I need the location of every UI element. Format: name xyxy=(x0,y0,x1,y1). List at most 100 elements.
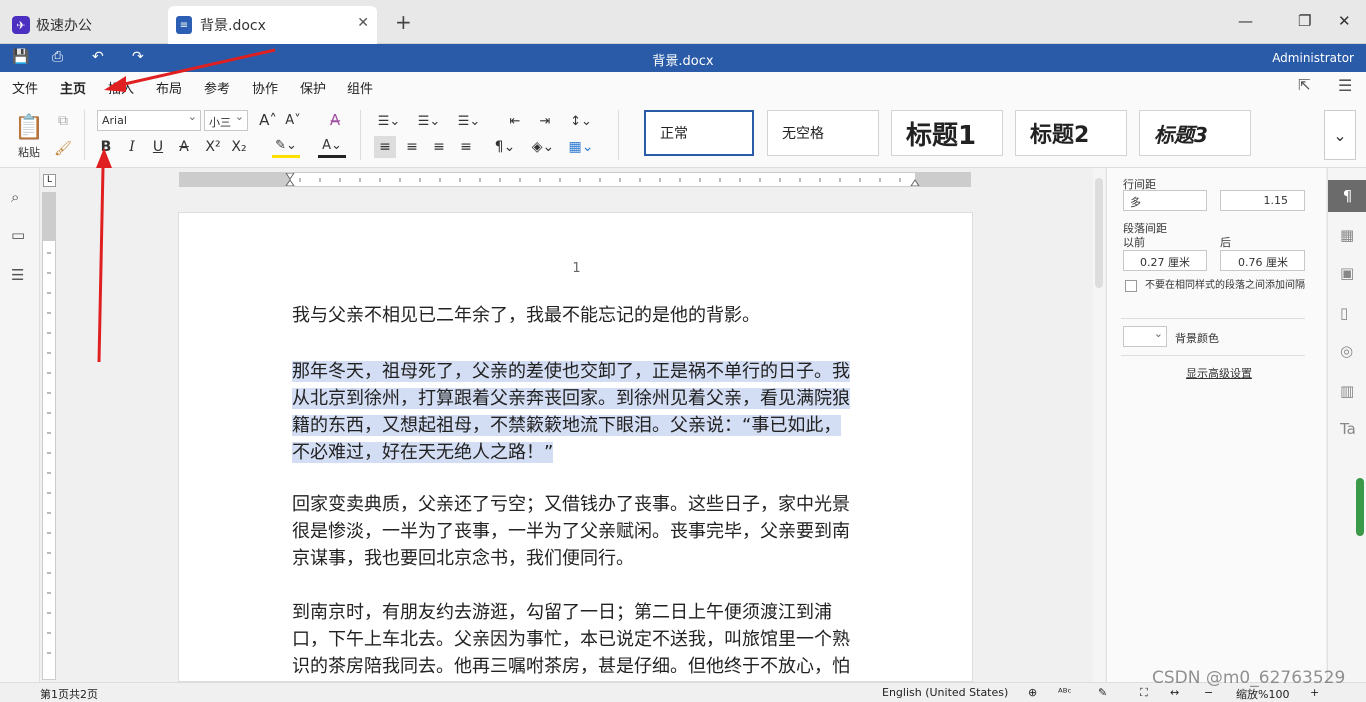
table-settings-icon[interactable]: ▦ xyxy=(1340,226,1354,244)
spacing-before-input[interactable]: 0.27 厘米 xyxy=(1123,250,1207,271)
styles-expand-icon[interactable]: ⌄ xyxy=(1324,110,1356,160)
underline-icon[interactable]: U xyxy=(148,136,168,158)
hamburger-menu-icon[interactable]: ☰ xyxy=(1338,76,1352,95)
justify-icon[interactable]: ≡ xyxy=(455,136,477,158)
user-name: Administrator xyxy=(1272,51,1354,65)
rocket-icon: ✈ xyxy=(12,16,30,34)
bullet-list-icon[interactable]: ☰⌄ xyxy=(374,110,404,132)
menu-components[interactable]: 组件 xyxy=(347,78,373,97)
style-heading-2[interactable]: 标题2 xyxy=(1015,110,1127,156)
paragraph-1[interactable]: 我与父亲不相见已二年余了，我最不能忘记的是他的背影。 xyxy=(292,302,914,329)
increase-indent-icon[interactable]: ⇥ xyxy=(534,110,556,132)
open-folder-icon[interactable]: ⇱ xyxy=(1298,76,1311,94)
text-art-icon[interactable]: Ta xyxy=(1340,420,1356,438)
tab-app-home[interactable]: ✈ 极速办公 xyxy=(4,6,160,44)
decrease-font-icon[interactable]: A˅ xyxy=(283,110,303,130)
selected-text-line: 籍的东西，又想起祖母，不禁簌簌地流下眼泪。父亲说：“事已如此， xyxy=(292,415,842,436)
paragraph-marks-icon[interactable]: ¶⌄ xyxy=(490,136,520,158)
minimize-icon[interactable]: — xyxy=(1238,12,1253,30)
text-line: 很是惨淡，一半为了丧事，一半为了父亲赋闲。丧事完毕，父亲要到南 xyxy=(292,521,850,542)
navigation-icon[interactable]: ☰ xyxy=(11,266,24,284)
left-sidebar: ⌕ ▭ ☰ xyxy=(0,168,40,682)
close-window-icon[interactable]: ✕ xyxy=(1338,12,1351,30)
paragraph-4[interactable]: 到南京时，有朋友约去游逛，勾留了一日；第二日上午便须渡江到浦 口，下午上车北去。… xyxy=(292,599,914,680)
spacing-after-input[interactable]: 0.76 厘米 xyxy=(1220,250,1305,271)
document-page[interactable]: 1 我与父亲不相见已二年余了，我最不能忘记的是他的背影。 那年冬天，祖母死了，父… xyxy=(178,212,973,682)
highlight-color-icon[interactable]: ✎⌄ xyxy=(272,136,300,158)
image-settings-icon[interactable]: ▣ xyxy=(1340,264,1354,282)
multilevel-list-icon[interactable]: ☰⌄ xyxy=(454,110,484,132)
background-color-picker[interactable]: ⌄ xyxy=(1123,326,1167,347)
spacing-after-label: 后 xyxy=(1220,236,1231,249)
track-changes-icon[interactable]: ✎ xyxy=(1098,686,1107,699)
style-heading-3[interactable]: 标题3 xyxy=(1139,110,1251,156)
menu-collaborate[interactable]: 协作 xyxy=(252,78,278,97)
style-normal[interactable]: 正常 xyxy=(644,110,754,156)
superscript-icon[interactable]: X² xyxy=(202,136,224,158)
paragraph-3[interactable]: 回家变卖典质，父亲还了亏空；又借钱办了丧事。这些日子，家中光景 很是惨淡，一半为… xyxy=(292,491,914,572)
watermark-text: CSDN @m0_62763529 xyxy=(1152,668,1346,688)
paragraph-settings-icon[interactable]: ¶ xyxy=(1328,180,1366,212)
globe-icon[interactable]: ⊕ xyxy=(1028,686,1037,699)
comment-icon[interactable]: ▭ xyxy=(11,226,25,244)
menu-insert[interactable]: 插入 xyxy=(108,78,134,97)
increase-font-icon[interactable]: A˄ xyxy=(258,110,278,130)
spellcheck-icon[interactable]: ᴬᴮᶜ xyxy=(1058,686,1072,699)
line-spacing-icon[interactable]: ↕⌄ xyxy=(566,110,596,132)
style-no-spacing[interactable]: 无空格 xyxy=(767,110,879,156)
close-tab-icon[interactable]: ✕ xyxy=(357,15,369,31)
menu-references[interactable]: 参考 xyxy=(204,78,230,97)
document-scrollbar[interactable] xyxy=(1093,168,1105,682)
tab-bar: ✈ 极速办公 ≡ 背景.docx ✕ + — ❐ ✕ xyxy=(0,0,1366,44)
show-advanced-settings-link[interactable]: 显示高级设置 xyxy=(1186,365,1252,381)
tab-document[interactable]: ≡ 背景.docx ✕ xyxy=(168,6,377,44)
menu-protect[interactable]: 保护 xyxy=(300,78,326,97)
paste-label[interactable]: 粘贴 xyxy=(12,144,46,160)
line-spacing-value-input[interactable]: 1.15 xyxy=(1220,190,1305,211)
subscript-icon[interactable]: X₂ xyxy=(228,136,250,158)
align-center-icon[interactable]: ≡ xyxy=(401,136,423,158)
align-left-icon[interactable]: ≡ xyxy=(374,136,396,158)
search-icon[interactable]: ⌕ xyxy=(11,188,19,206)
selected-text-line: 那年冬天，祖母死了，父亲的差使也交卸了，正是祸不单行的日子。我 xyxy=(292,361,850,382)
italic-icon[interactable]: I xyxy=(122,136,142,158)
maximize-icon[interactable]: ❐ xyxy=(1298,12,1311,30)
font-size-select[interactable]: 小三 xyxy=(204,110,248,131)
horizontal-ruler[interactable] xyxy=(179,172,971,187)
menu-file[interactable]: 文件 xyxy=(12,78,38,97)
menu-bar: 文件 主页 插入 布局 参考 协作 保护 组件 ⇱ ☰ xyxy=(0,72,1366,104)
menu-home[interactable]: 主页 xyxy=(60,78,87,104)
font-color-icon[interactable]: A⌄ xyxy=(318,136,346,158)
vertical-ruler[interactable] xyxy=(42,192,56,680)
document-icon: ≡ xyxy=(176,16,192,34)
fit-page-icon[interactable]: ⛶ xyxy=(1140,686,1148,700)
scrollbar-thumb[interactable] xyxy=(1095,178,1103,288)
shape-settings-icon[interactable]: ◎ xyxy=(1340,342,1353,360)
line-spacing-mode-select[interactable]: 多 xyxy=(1123,190,1207,211)
chart-settings-icon[interactable]: ▥ xyxy=(1340,382,1354,400)
strikethrough-icon[interactable]: A xyxy=(174,136,194,158)
selected-text-line: 不必难过，好在天无绝人之路！” xyxy=(292,442,554,463)
paragraph-2-selected[interactable]: 那年冬天，祖母死了，父亲的差使也交卸了，正是祸不单行的日子。我 从北京到徐州，打… xyxy=(292,358,914,466)
format-painter-icon[interactable]: 🖌 xyxy=(54,140,72,158)
page-number: 1 xyxy=(572,261,581,276)
no-space-checkbox-label: 不要在相同样式的段落之间添加间隔 xyxy=(1145,280,1305,291)
paste-icon[interactable]: 📋 xyxy=(14,110,44,144)
font-name-select[interactable]: Arial xyxy=(97,110,201,131)
borders-icon[interactable]: ▦⌄ xyxy=(566,136,596,158)
clear-format-icon[interactable]: A̶ xyxy=(325,110,345,130)
decrease-indent-icon[interactable]: ⇤ xyxy=(504,110,526,132)
numbered-list-icon[interactable]: ☰⌄ xyxy=(414,110,444,132)
no-space-checkbox[interactable] xyxy=(1125,280,1137,292)
text-line: 识的茶房陪我同去。他再三嘱咐茶房，甚是仔细。但他终于不放心，怕 xyxy=(292,656,850,677)
new-tab-icon[interactable]: + xyxy=(395,10,412,34)
tab-stop-selector[interactable]: L xyxy=(43,174,56,187)
language-select[interactable]: English (United States) xyxy=(882,686,1008,699)
align-right-icon[interactable]: ≡ xyxy=(428,136,450,158)
menu-layout[interactable]: 布局 xyxy=(156,78,182,97)
header-footer-icon[interactable]: ▯ xyxy=(1340,304,1348,322)
copy-icon[interactable]: ⧉ xyxy=(54,112,72,130)
style-heading-1[interactable]: 标题1 xyxy=(891,110,1003,156)
shading-icon[interactable]: ◈⌄ xyxy=(528,136,558,158)
bold-icon[interactable]: B xyxy=(96,136,116,158)
